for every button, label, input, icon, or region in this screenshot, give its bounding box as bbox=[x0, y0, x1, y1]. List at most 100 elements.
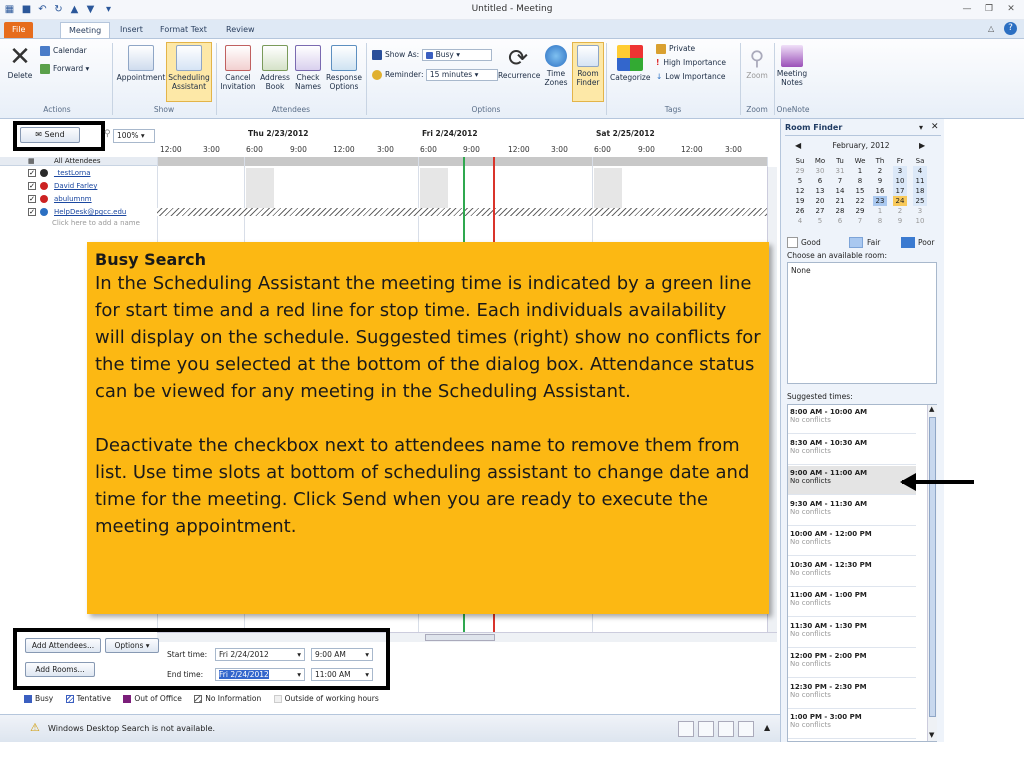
suggested-time-item[interactable]: 9:30 AM - 11:30 AM No conflicts bbox=[788, 496, 916, 526]
attendee-name[interactable]: abulumnm bbox=[54, 194, 92, 204]
add-name-placeholder[interactable]: Click here to add a name bbox=[52, 219, 140, 227]
calendar-day[interactable]: 19 bbox=[793, 196, 807, 206]
calendar-day[interactable]: 18 bbox=[913, 186, 927, 196]
delete-button[interactable]: ✕ Delete bbox=[6, 43, 34, 80]
calendar-day-selected[interactable]: 24 bbox=[893, 196, 907, 206]
prev-month-icon[interactable]: ◀ bbox=[795, 141, 801, 150]
attendee-checkbox[interactable]: ✓ bbox=[28, 169, 36, 177]
expand-people-pane-icon[interactable]: ▲ bbox=[764, 723, 770, 732]
calendar-day[interactable]: 9 bbox=[893, 216, 907, 226]
tab-insert[interactable]: Insert bbox=[112, 22, 151, 38]
attendee-checkbox[interactable]: ✓ bbox=[28, 182, 36, 190]
calendar-day[interactable]: 1 bbox=[853, 166, 867, 176]
scrollbar-thumb[interactable] bbox=[929, 417, 936, 717]
private-button[interactable]: Private bbox=[656, 43, 695, 55]
minimize-button[interactable]: — bbox=[960, 3, 974, 15]
help-icon[interactable]: ? bbox=[1004, 22, 1017, 35]
suggested-time-item[interactable]: 8:30 AM - 10:30 AM No conflicts bbox=[788, 435, 916, 465]
calendar-day[interactable]: 31 bbox=[833, 166, 847, 176]
calendar-day[interactable]: 1 bbox=[873, 206, 887, 216]
show-as-dropdown[interactable]: Busy ▾ bbox=[421, 49, 492, 61]
address-book-button[interactable]: Address Book bbox=[258, 45, 292, 91]
collapse-ribbon-icon[interactable]: △ bbox=[988, 24, 994, 33]
attendee-name[interactable]: HelpDesk@pgcc.edu bbox=[54, 207, 126, 217]
close-button[interactable]: ✕ bbox=[1004, 3, 1018, 15]
attendee-checkbox[interactable]: ✓ bbox=[28, 208, 36, 216]
calendar-day[interactable]: 5 bbox=[813, 216, 827, 226]
attendee-checkbox[interactable]: ✓ bbox=[28, 195, 36, 203]
tab-review[interactable]: Review bbox=[218, 22, 263, 38]
calendar-day[interactable]: 7 bbox=[833, 176, 847, 186]
suggested-time-item[interactable]: 11:00 AM - 1:00 PM No conflicts bbox=[788, 588, 916, 617]
next-month-icon[interactable]: ▶ bbox=[919, 141, 925, 150]
calendar-day[interactable]: 2 bbox=[893, 206, 907, 216]
calendar-day[interactable]: 6 bbox=[833, 216, 847, 226]
suggested-time-item[interactable]: 12:00 PM - 2:00 PM No conflicts bbox=[788, 649, 916, 678]
suggested-time-item[interactable]: 11:30 AM - 1:30 PM No conflicts bbox=[788, 618, 916, 648]
cancel-invitation-button[interactable]: Cancel Invitation bbox=[218, 45, 258, 91]
person-icon[interactable] bbox=[678, 721, 694, 737]
suggested-time-item[interactable]: 1:00 PM - 3:00 PM No conflicts bbox=[788, 710, 916, 739]
calendar-day[interactable]: 15 bbox=[853, 186, 867, 196]
scroll-down-icon[interactable]: ▼ bbox=[929, 731, 934, 739]
calendar-day[interactable]: 10 bbox=[913, 216, 927, 226]
suggested-time-item[interactable]: 10:00 AM - 12:00 PM No conflicts bbox=[788, 527, 916, 556]
calendar-day[interactable]: 11 bbox=[913, 176, 927, 186]
end-date-field[interactable]: Fri 2/24/2012 ▾ bbox=[215, 668, 305, 681]
calendar-day[interactable]: 25 bbox=[913, 196, 927, 206]
calendar-day[interactable]: 23 bbox=[873, 196, 887, 206]
end-time-field[interactable]: 11:00 AM ▾ bbox=[311, 668, 373, 681]
recurrence-button[interactable]: ⟳ Recurrence bbox=[498, 45, 540, 80]
pane-menu-icon[interactable]: ▾ bbox=[919, 123, 923, 132]
calendar-day[interactable]: 2 bbox=[873, 166, 887, 176]
scrollbar-thumb[interactable] bbox=[425, 634, 495, 641]
suggested-time-item[interactable]: 8:00 AM - 10:00 AM No conflicts bbox=[788, 405, 916, 434]
calendar-day[interactable]: 13 bbox=[813, 186, 827, 196]
calendar-day[interactable]: 3 bbox=[913, 206, 927, 216]
tab-meeting[interactable]: Meeting bbox=[60, 22, 111, 38]
send-button[interactable]: ✉ Send bbox=[20, 127, 80, 143]
calendar-day[interactable]: 20 bbox=[813, 196, 827, 206]
calendar-button[interactable]: Calendar bbox=[40, 45, 87, 57]
categorize-button[interactable]: Categorize bbox=[610, 45, 650, 82]
calendar-day[interactable]: 16 bbox=[873, 186, 887, 196]
calendar-day[interactable]: 4 bbox=[793, 216, 807, 226]
calendar-day[interactable]: 7 bbox=[853, 216, 867, 226]
room-finder-button[interactable]: Room Finder bbox=[572, 42, 604, 102]
time-zones-button[interactable]: Time Zones bbox=[540, 45, 572, 87]
suggested-scrollbar[interactable]: ▲ ▼ bbox=[927, 405, 937, 741]
suggested-time-item[interactable]: 12:30 PM - 2:30 PM No conflicts bbox=[788, 679, 916, 709]
restore-button[interactable]: ❐ bbox=[982, 3, 996, 15]
suggested-time-selected[interactable]: 9:00 AM - 11:00 AM No conflicts bbox=[788, 466, 916, 495]
calendar-day[interactable]: 10 bbox=[893, 176, 907, 186]
calendar-day[interactable]: 4 bbox=[913, 166, 927, 176]
calendar-day[interactable]: 3 bbox=[893, 166, 907, 176]
calendar-day[interactable]: 30 bbox=[813, 166, 827, 176]
zoom-dropdown[interactable]: 100% ▾ bbox=[113, 129, 155, 143]
calendar-day[interactable]: 9 bbox=[873, 176, 887, 186]
reminder-dropdown[interactable]: 15 minutes ▾ bbox=[425, 69, 498, 81]
calendar-day[interactable]: 5 bbox=[793, 176, 807, 186]
tab-format-text[interactable]: Format Text bbox=[152, 22, 215, 38]
calendar-day[interactable]: 14 bbox=[833, 186, 847, 196]
response-options-button[interactable]: Response Options bbox=[324, 45, 364, 91]
low-importance-button[interactable]: ↓ Low Importance bbox=[656, 71, 725, 83]
person-icon[interactable] bbox=[698, 721, 714, 737]
calendar-day[interactable]: 29 bbox=[793, 166, 807, 176]
scheduling-assistant-button[interactable]: Scheduling Assistant bbox=[166, 42, 212, 102]
tab-file[interactable]: File bbox=[4, 22, 34, 38]
check-names-button[interactable]: Check Names bbox=[292, 45, 324, 91]
start-time-field[interactable]: 9:00 AM ▾ bbox=[311, 648, 373, 661]
scroll-up-icon[interactable]: ▲ bbox=[929, 405, 934, 413]
appointment-button[interactable]: Appointment bbox=[116, 45, 166, 82]
calendar-day[interactable]: 28 bbox=[833, 206, 847, 216]
start-date-field[interactable]: Fri 2/24/2012 ▾ bbox=[215, 648, 305, 661]
person-icon[interactable] bbox=[738, 721, 754, 737]
high-importance-button[interactable]: ! High Importance bbox=[656, 57, 726, 69]
calendar-day[interactable]: 12 bbox=[793, 186, 807, 196]
calendar-day[interactable]: 8 bbox=[873, 216, 887, 226]
calendar-day[interactable]: 6 bbox=[813, 176, 827, 186]
calendar-day[interactable]: 21 bbox=[833, 196, 847, 206]
attendee-name[interactable]: David Farley bbox=[54, 181, 97, 191]
calendar-day[interactable]: 29 bbox=[853, 206, 867, 216]
